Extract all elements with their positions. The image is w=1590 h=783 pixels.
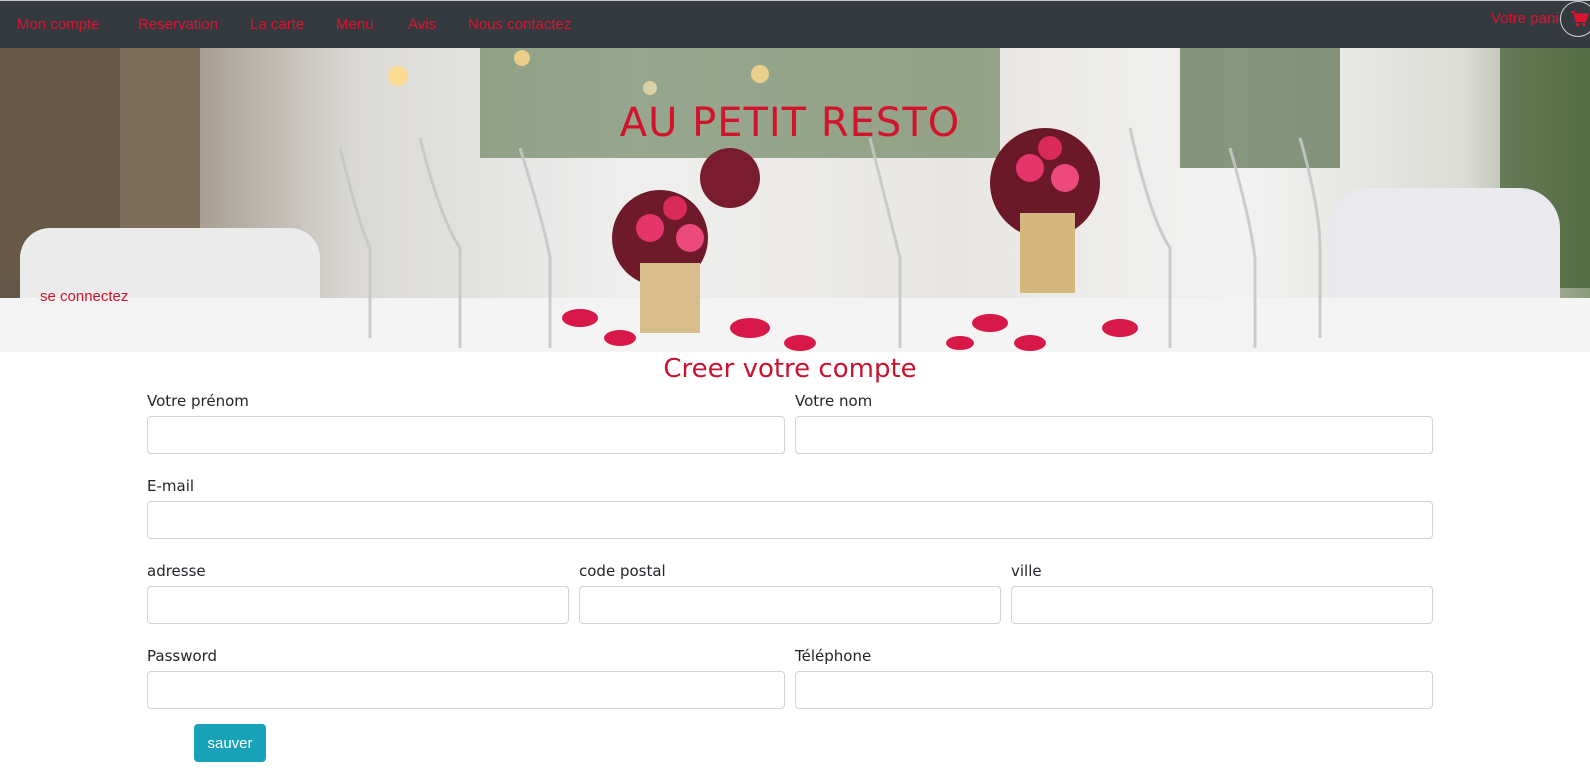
postal-code-label: code postal — [579, 562, 666, 580]
shopping-cart-icon — [1571, 11, 1589, 27]
address-label: adresse — [147, 562, 206, 580]
login-link[interactable]: se connectez — [40, 288, 128, 305]
password-input[interactable] — [147, 671, 785, 709]
lastname-label: Votre nom — [795, 392, 873, 410]
nav-item-la-carte[interactable]: La carte — [250, 16, 304, 33]
city-label: ville — [1011, 562, 1042, 580]
lastname-input[interactable] — [795, 416, 1433, 454]
top-navbar: Mon compte Reservation La carte Menu Avi… — [0, 0, 1590, 48]
email-label: E-mail — [147, 477, 195, 495]
cart-button[interactable] — [1560, 1, 1590, 37]
nav-item-nous-contactez[interactable]: Nous contactez — [468, 16, 571, 33]
phone-label: Téléphone — [795, 647, 872, 665]
city-input[interactable] — [1011, 586, 1433, 624]
address-input[interactable] — [147, 586, 569, 624]
hero-banner: AU PETIT RESTO se connectez — [0, 48, 1590, 352]
save-button[interactable]: sauver — [194, 724, 266, 762]
nav-item-reservation[interactable]: Reservation — [138, 16, 218, 33]
restaurant-table-image — [0, 48, 1590, 352]
nav-item-menu[interactable]: Menu — [336, 16, 374, 33]
firstname-input[interactable] — [147, 416, 785, 454]
form-title: Creer votre compte — [663, 354, 917, 384]
email-input[interactable] — [147, 501, 1433, 539]
postal-code-input[interactable] — [579, 586, 1001, 624]
site-title: AU PETIT RESTO — [619, 100, 961, 146]
firstname-label: Votre prénom — [147, 392, 249, 410]
phone-input[interactable] — [795, 671, 1433, 709]
nav-item-avis[interactable]: Avis — [408, 16, 436, 33]
password-label: Password — [147, 647, 218, 665]
nav-item-mon-compte[interactable]: Mon compte — [17, 16, 100, 33]
